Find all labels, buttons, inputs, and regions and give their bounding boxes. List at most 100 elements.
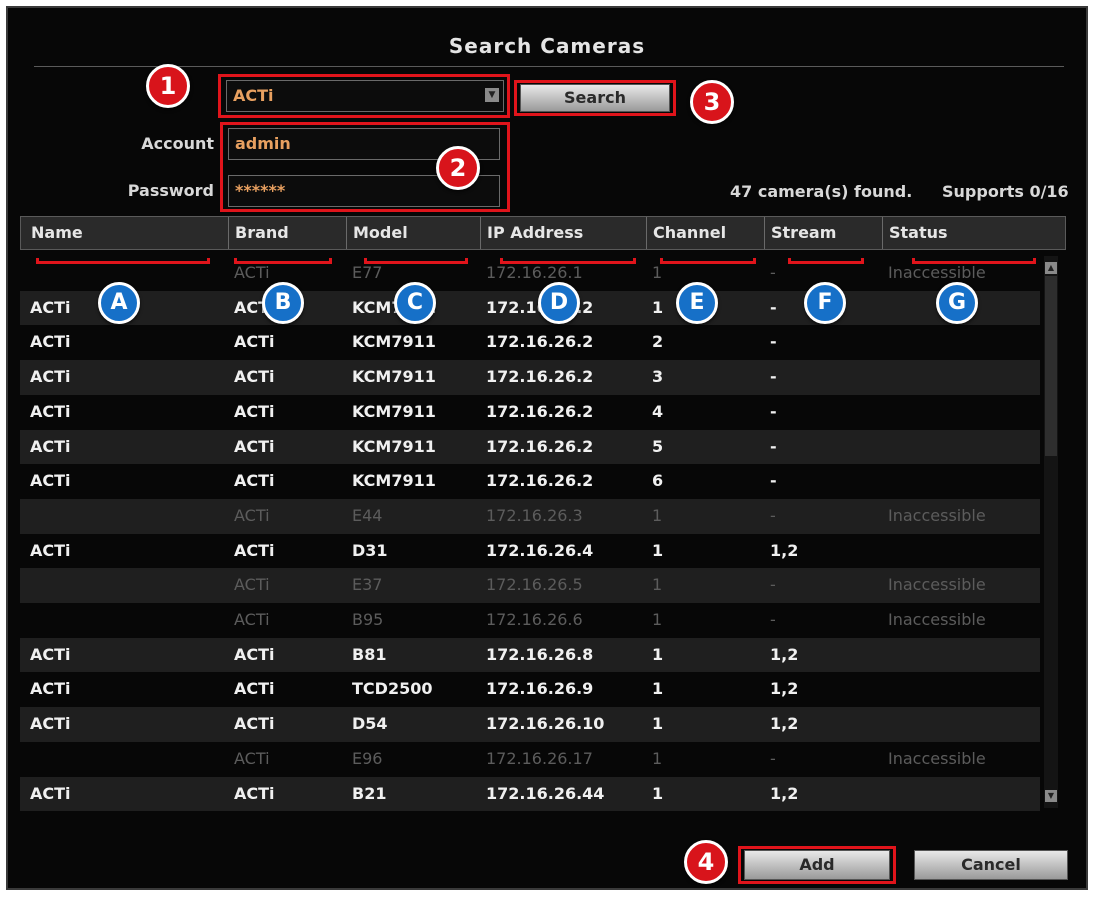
table-row[interactable]: ACTi E37 172.16.26.5 1 - Inaccessible (20, 568, 1040, 603)
table-row[interactable]: ACTi E96 172.16.26.17 1 - Inaccessible (20, 742, 1040, 777)
column-header-brand[interactable]: Brand (229, 217, 347, 249)
cell-ip: 172.16.26.44 (486, 783, 605, 803)
cancel-button[interactable]: Cancel (914, 850, 1068, 880)
table-row[interactable]: ACTi ACTi TCD2500 172.16.26.9 1 1,2 (20, 672, 1040, 707)
name-column-underline (36, 258, 210, 264)
add-button-highlight (738, 846, 896, 884)
table-row[interactable]: ACTi ACTi KCM7911 172.16.26.2 5 - (20, 429, 1040, 465)
cell-stream: - (770, 263, 776, 282)
cell-brand: ACTi (234, 575, 270, 595)
scrollbar[interactable]: ▲ ▼ (1044, 256, 1058, 808)
cell-stream: - (770, 610, 776, 629)
cell-stream: - (770, 297, 777, 317)
callout-e: E (676, 282, 718, 324)
cell-ip: 172.16.26.2 (486, 471, 594, 491)
column-header-ip-address[interactable]: IP Address (481, 217, 647, 249)
cell-brand: ACTi (234, 714, 275, 734)
cell-model: D31 (352, 540, 388, 560)
cell-ip: 172.16.26.17 (486, 748, 593, 768)
cell-channel: 1 (652, 540, 664, 560)
cell-stream: - (770, 401, 777, 421)
table-row[interactable]: ACTi ACTi B21 172.16.26.44 1 1,2 (20, 776, 1040, 812)
model-column-underline (364, 258, 468, 264)
table-row[interactable]: ACTi ACTi KCM7911 172.16.26.2 6 - (20, 464, 1040, 499)
cell-model: B81 (352, 644, 387, 664)
table-row[interactable]: ACTi ACTi KCM7911 172.16.26.2 3 - (20, 360, 1040, 395)
column-header-channel[interactable]: Channel (647, 217, 765, 249)
cell-stream: - (770, 436, 777, 456)
camera-list[interactable]: ACTi E77 172.16.26.1 1- Inaccessible ACTi ACTi… (20, 256, 1040, 816)
cell-model: B21 (352, 783, 387, 803)
cell-ip: 172.16.26.10 (486, 714, 605, 734)
title-divider (34, 66, 1064, 67)
cell-name: ACTi (30, 401, 71, 421)
cell-model: KCM7911 (352, 401, 436, 421)
brand-column-underline (234, 258, 332, 264)
cell-status: Inaccessible (888, 505, 986, 525)
cell-channel: 1 (652, 575, 663, 595)
status-column-underline (912, 258, 1036, 264)
cell-name: ACTi (30, 540, 71, 560)
cell-model: KCM7911 (352, 367, 436, 387)
arrow-down-icon[interactable]: ▼ (1045, 790, 1057, 802)
cell-status: Inaccessible (888, 748, 986, 768)
cell-ip: 172.16.26.2 (486, 367, 594, 387)
cell-name: ACTi (30, 471, 71, 491)
cell-brand: ACTi (234, 436, 275, 456)
cell-model: B95 (352, 610, 384, 629)
cell-name: ACTi (30, 783, 71, 803)
cell-channel: 2 (652, 332, 664, 352)
channel-column-underline (660, 258, 756, 264)
callout-d: D (538, 282, 580, 324)
cell-model: KCM7911 (352, 332, 436, 352)
table-row[interactable]: ACTi ACTi D54 172.16.26.10 1 1,2 (20, 707, 1040, 742)
column-header-status[interactable]: Status (883, 217, 1065, 249)
cell-stream: 1,2 (770, 783, 799, 803)
arrow-up-icon[interactable]: ▲ (1045, 262, 1057, 274)
column-header-stream[interactable]: Stream (765, 217, 883, 249)
callout-f: F (804, 282, 846, 324)
cell-channel: 4 (652, 401, 664, 421)
cell-ip: 172.16.26.2 (486, 401, 594, 421)
cell-brand: ACTi (234, 505, 270, 525)
cell-channel: 6 (652, 471, 664, 491)
cell-stream: 1,2 (770, 714, 799, 734)
callout-c: C (394, 282, 436, 324)
column-header-name[interactable]: Name (25, 217, 229, 249)
table-row[interactable]: ACTi ACTi D31 172.16.26.4 1 1,2 (20, 534, 1040, 569)
supports-text: Supports 0/16 (942, 182, 1069, 201)
brand-select-highlight (218, 74, 510, 118)
cell-brand: ACTi (234, 332, 275, 352)
cell-status: Inaccessible (888, 610, 986, 629)
cell-brand: ACTi (234, 540, 275, 560)
cell-channel: 1 (652, 748, 663, 768)
cell-brand: ACTi (234, 610, 270, 629)
cell-channel: 1 (652, 505, 663, 525)
cell-ip: 172.16.26.9 (486, 679, 594, 699)
callout-2: 2 (436, 146, 480, 190)
table-row[interactable]: ACTi ACTi KCM7911 172.16.26.2 2 - (20, 325, 1040, 360)
callout-g: G (936, 282, 978, 324)
cell-model: TCD2500 (352, 679, 433, 699)
table-row[interactable]: ACTi B95 172.16.26.6 1 - Inaccessible (20, 603, 1040, 638)
cell-ip: 172.16.26.6 (486, 610, 583, 629)
scrollbar-thumb[interactable] (1045, 276, 1057, 456)
table-row[interactable]: ACTi E44 172.16.26.3 1 - Inaccessible (20, 498, 1040, 534)
cell-name: ACTi (30, 367, 71, 387)
cell-model: KCM7911 (352, 436, 436, 456)
table-row[interactable]: ACTiACTiKCM7911172.16.26.21- (20, 290, 1040, 326)
cell-stream: - (770, 367, 777, 387)
table-row[interactable]: ACTi ACTi KCM7911 172.16.26.2 4 - (20, 395, 1040, 430)
cell-brand: ACTi (234, 783, 275, 803)
cell-stream: 1,2 (770, 679, 799, 699)
callout-a: A (98, 282, 140, 324)
cell-brand: ACTi (234, 401, 275, 421)
table-row[interactable]: ACTi ACTi B81 172.16.26.8 1 1,2 (20, 637, 1040, 673)
account-label: Account (141, 134, 214, 153)
cell-channel: 1 (652, 610, 663, 629)
cell-name: ACTi (30, 332, 71, 352)
cell-stream: - (770, 505, 776, 525)
column-header-model[interactable]: Model (347, 217, 481, 249)
cell-stream: - (770, 748, 776, 768)
cell-channel: 1 (652, 679, 664, 699)
